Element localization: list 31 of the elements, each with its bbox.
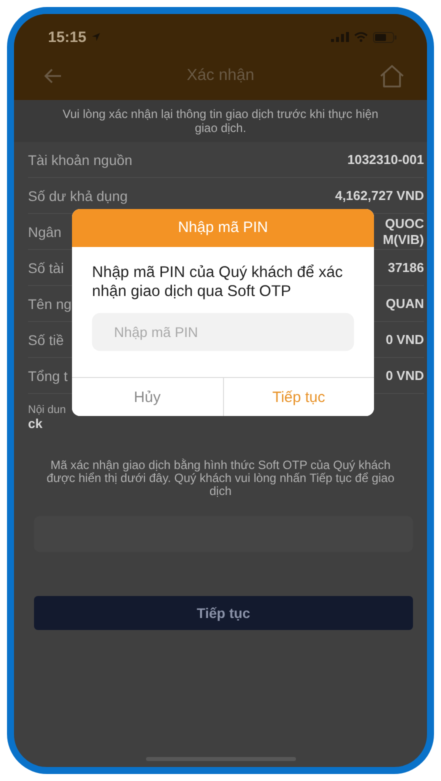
- intro-text: Vui lòng xác nhận lại thông tin giao dịch trước khi thực hiện giao dịch.: [62, 107, 380, 135]
- detail-label: Tổng t: [28, 368, 68, 384]
- detail-value: 0 VND: [386, 332, 424, 347]
- home-icon[interactable]: [378, 64, 405, 88]
- signal-icon: [331, 32, 349, 42]
- detail-value: ck: [28, 416, 42, 431]
- detail-label: Số tài: [28, 260, 64, 276]
- detail-label: Số tiề: [28, 332, 64, 348]
- otp-note: Mã xác nhận giao dịch bằng hình thức Soft OTP của Quý khách được hiển thị dưới đây. Quý khách vui lòng nhấn Tiếp tục để giao dịch: [46, 459, 396, 498]
- screen-title: Xác nhận: [186, 67, 254, 85]
- status-time: 15:15: [48, 28, 86, 46]
- detail-value: 37186: [388, 260, 424, 275]
- detail-value: 0 VND: [386, 368, 424, 383]
- detail-label: Ngân: [28, 224, 62, 240]
- dialog-message: Nhập mã PIN của Quý khách để xác nhận giao dịch qua Soft OTP: [92, 263, 344, 301]
- wifi-icon: [354, 32, 368, 42]
- detail-label: Tài khoản nguồn: [28, 152, 132, 168]
- detail-value: 4,162,727 VND: [335, 188, 424, 203]
- dialog-title: Nhập mã PIN: [72, 209, 374, 247]
- continue-button[interactable]: Tiếp tục: [222, 378, 374, 416]
- detail-value: 1032310-001: [347, 152, 424, 167]
- detail-label: Nội dun: [28, 404, 66, 416]
- detail-value: QUAN: [386, 296, 424, 311]
- continue-button[interactable]: Tiếp tục: [34, 596, 413, 630]
- detail-label: Số dư khả dụng: [28, 188, 128, 204]
- pin-input-field[interactable]: Nhập mã PIN: [92, 313, 354, 351]
- detail-label: Tên ng: [28, 296, 72, 312]
- battery-icon: [373, 32, 397, 42]
- location-arrow-icon: [91, 32, 102, 42]
- back-arrow-icon[interactable]: [44, 68, 62, 84]
- detail-value: QUOC M(VIB): [382, 216, 424, 248]
